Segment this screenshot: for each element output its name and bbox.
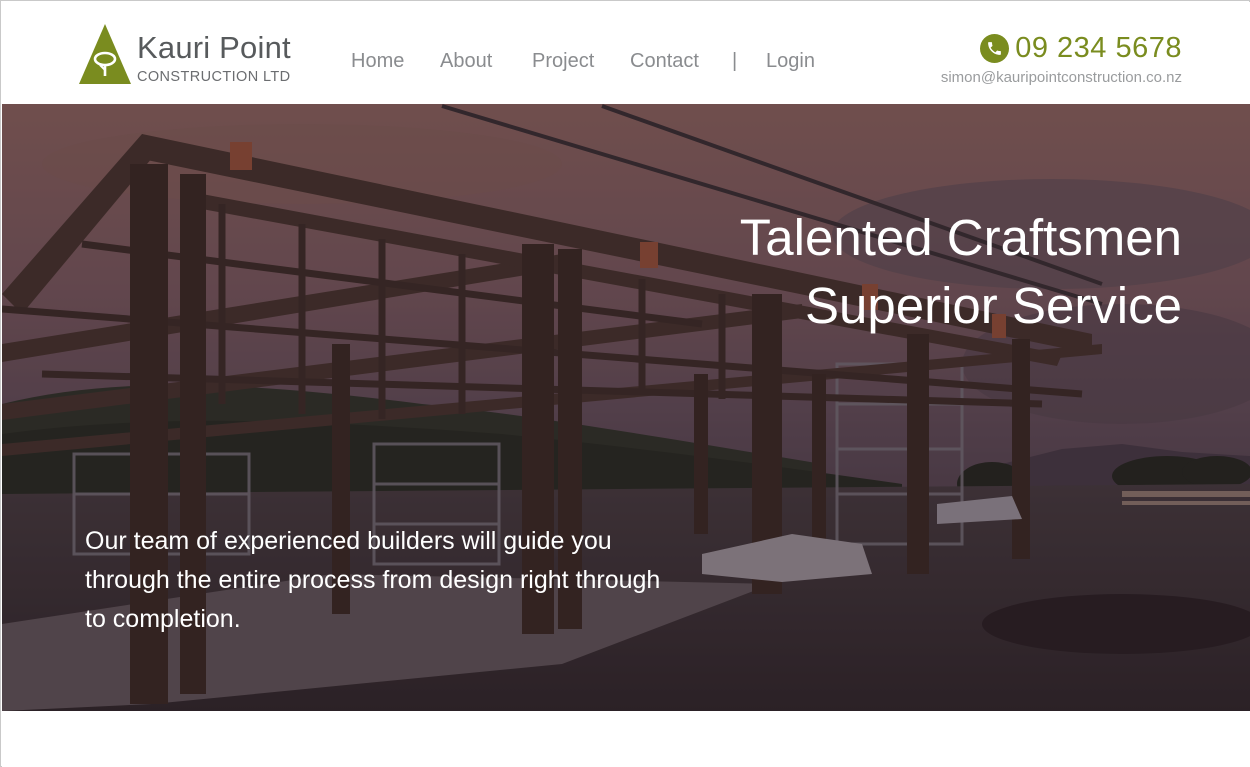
hero-headline: Talented Craftsmen Superior Service: [562, 204, 1182, 340]
site-header: Kauri Point CONSTRUCTION LTD Home About …: [2, 2, 1250, 104]
hero-headline-line-2: Superior Service: [805, 277, 1182, 334]
nav-home[interactable]: Home: [351, 50, 404, 73]
nav-login[interactable]: Login: [766, 50, 815, 73]
kauri-tree-logo-icon: [79, 24, 131, 84]
brand-name: Kauri Point: [137, 30, 291, 65]
nav-contact[interactable]: Contact: [630, 50, 699, 73]
nav-project[interactable]: Project: [532, 50, 594, 73]
nav-separator: |: [732, 50, 738, 72]
below-hero-area: [2, 711, 1250, 767]
phone-icon: [980, 33, 1010, 63]
phone-link[interactable]: 09 234 5678: [980, 32, 1182, 64]
hero-tagline: Our team of experienced builders will gu…: [85, 527, 661, 633]
hero-headline-line-1: Talented Craftsmen: [739, 209, 1182, 266]
nav-about[interactable]: About: [440, 50, 492, 73]
header-contact: 09 234 5678 simon@kauripointconstruction…: [882, 32, 1182, 92]
page-frame: Kauri Point CONSTRUCTION LTD Home About …: [0, 0, 1250, 767]
brand-logo-link[interactable]: Kauri Point CONSTRUCTION LTD: [79, 24, 309, 86]
email-link[interactable]: simon@kauripointconstruction.co.nz: [941, 69, 1182, 86]
hero-banner: Talented Craftsmen Superior Service Our …: [2, 104, 1250, 711]
brand-subtitle: CONSTRUCTION LTD: [137, 69, 291, 85]
phone-number: 09 234 5678: [1015, 31, 1182, 64]
